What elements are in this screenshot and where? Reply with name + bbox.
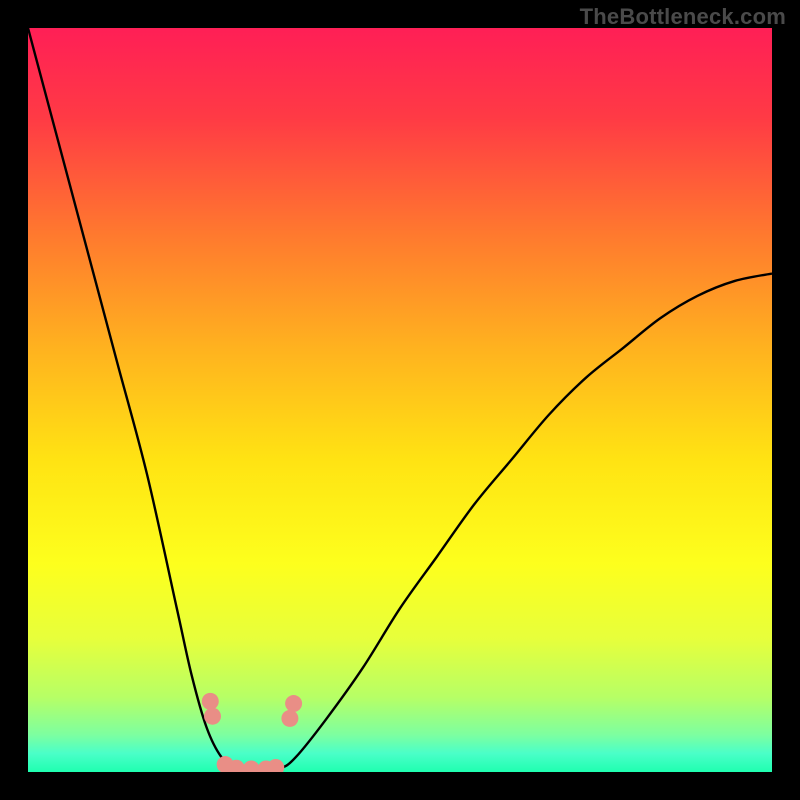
valley-marker bbox=[202, 693, 219, 710]
plot-area bbox=[28, 28, 772, 772]
chart-frame: TheBottleneck.com bbox=[0, 0, 800, 800]
valley-marker bbox=[285, 695, 302, 712]
gradient-background bbox=[28, 28, 772, 772]
valley-marker bbox=[281, 710, 298, 727]
bottleneck-chart bbox=[28, 28, 772, 772]
valley-marker bbox=[204, 708, 221, 725]
watermark-text: TheBottleneck.com bbox=[580, 4, 786, 30]
